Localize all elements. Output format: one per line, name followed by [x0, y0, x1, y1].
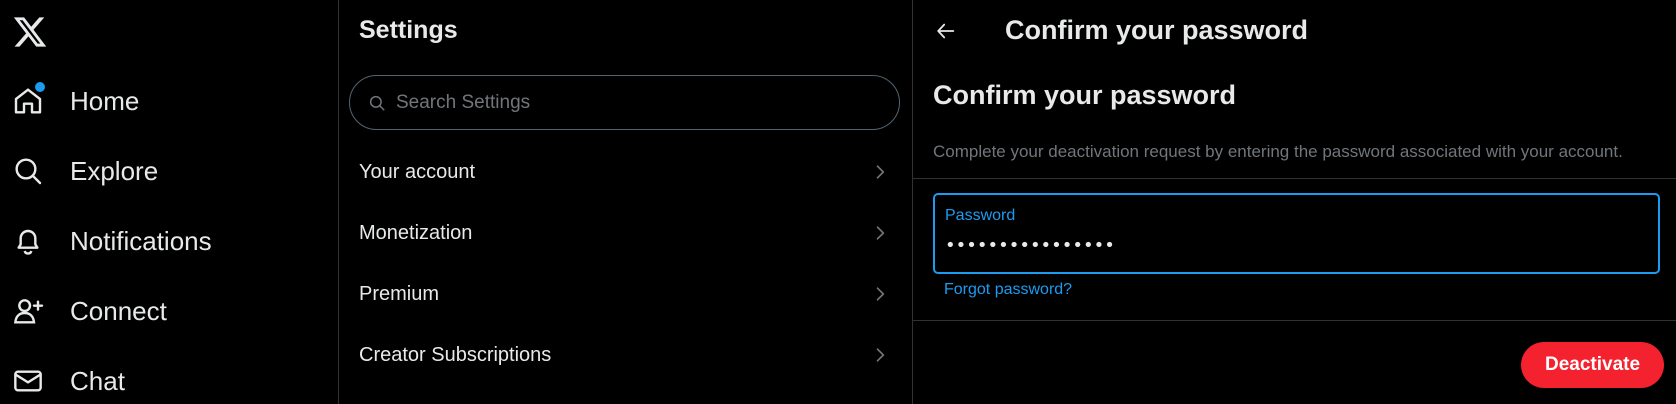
description-text: Complete your deactivation request by en… — [933, 142, 1623, 161]
chevron-right-icon — [876, 348, 885, 362]
settings-item-creator-subscriptions[interactable]: Creator Subscriptions — [339, 325, 912, 385]
nav-item-explore[interactable]: Explore — [12, 145, 312, 197]
left-navigation: Home Explore Notifications Connect Chat — [0, 0, 338, 404]
settings-item-label: Creator Subscriptions — [359, 343, 552, 366]
bell-icon — [12, 225, 44, 257]
search-input[interactable] — [394, 90, 878, 115]
nav-item-notifications[interactable]: Notifications — [12, 215, 312, 267]
section-title: Confirm your password — [933, 80, 1237, 110]
search-icon — [369, 95, 385, 110]
settings-search[interactable] — [349, 75, 900, 130]
divider — [913, 320, 1676, 321]
deactivate-button[interactable]: Deactivate — [1521, 342, 1664, 388]
nav-item-connect[interactable]: Connect — [12, 285, 312, 337]
back-button[interactable] — [929, 14, 963, 48]
nav-label-notifications: Notifications — [70, 225, 212, 256]
x-logo-icon[interactable] — [12, 14, 48, 50]
settings-item-monetization[interactable]: Monetization — [339, 203, 912, 263]
chevron-right-icon — [876, 287, 885, 301]
password-input[interactable] — [945, 235, 1645, 256]
settings-title: Settings — [359, 16, 458, 44]
settings-item-label: Premium — [359, 282, 440, 305]
settings-item-your-account[interactable]: Your account — [339, 142, 912, 202]
home-icon — [12, 82, 45, 117]
search-icon — [12, 155, 44, 187]
nav-label-home: Home — [70, 85, 140, 116]
settings-item-label: Your account — [359, 160, 476, 183]
nav-label-connect: Connect — [70, 295, 167, 326]
settings-column: Settings Your account Monetization Premi… — [339, 0, 912, 404]
notification-dot — [35, 82, 45, 92]
forgot-password-link[interactable]: Forgot password? — [944, 281, 1072, 299]
divider — [913, 178, 1676, 179]
settings-item-premium[interactable]: Premium — [339, 264, 912, 324]
confirm-password-panel: Confirm your password Confirm your passw… — [913, 0, 1676, 404]
nav-item-chat[interactable]: Chat — [12, 355, 312, 404]
person-add-icon — [12, 295, 44, 327]
password-label: Password — [945, 207, 1016, 224]
nav-label-chat: Chat — [70, 365, 125, 396]
chevron-right-icon — [876, 165, 885, 179]
page-title: Confirm your password — [1005, 15, 1309, 45]
nav-item-home[interactable]: Home — [12, 75, 312, 127]
mail-icon — [12, 365, 44, 397]
settings-item-label: Monetization — [359, 221, 473, 244]
password-field[interactable]: Password — [933, 193, 1660, 274]
nav-label-explore: Explore — [70, 155, 159, 186]
chevron-right-icon — [876, 226, 885, 240]
arrow-left-icon — [937, 23, 955, 39]
